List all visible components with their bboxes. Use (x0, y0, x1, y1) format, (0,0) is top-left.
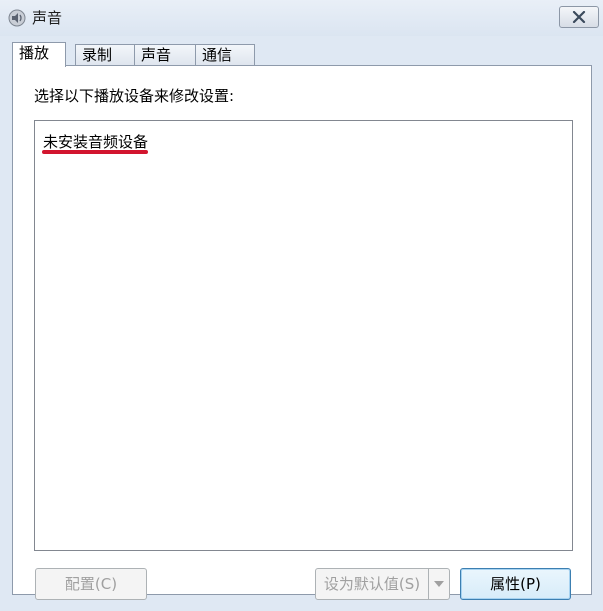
close-button[interactable] (559, 6, 599, 28)
set-default-dropdown-button[interactable] (428, 568, 450, 600)
tab-communications[interactable]: 通信 (195, 44, 255, 65)
configure-button[interactable]: 配置(C) (35, 568, 147, 600)
window-title: 声音 (32, 9, 63, 27)
set-default-button[interactable]: 设为默认值(S) (315, 568, 429, 600)
triangle-down-icon (434, 581, 444, 587)
playback-device-list[interactable]: 未安装音频设备 (34, 120, 573, 551)
speaker-icon (8, 9, 26, 27)
playback-instruction: 选择以下播放设备来修改设置: (34, 87, 235, 105)
no-device-message: 未安装音频设备 (43, 133, 149, 151)
tab-playback[interactable]: 播放 (12, 42, 66, 67)
red-underline-annotation (42, 150, 148, 154)
close-icon (572, 11, 586, 23)
title-bar: 声音 (0, 0, 603, 36)
tab-strip: 播放 录制 声音 通信 (12, 42, 592, 67)
properties-button[interactable]: 属性(P) (460, 568, 571, 600)
tab-panel-playback: 选择以下播放设备来修改设置: 未安装音频设备 配置(C) 设为默认值(S) 属性… (12, 65, 592, 600)
tab-sounds[interactable]: 声音 (134, 44, 196, 65)
tab-recording[interactable]: 录制 (75, 44, 135, 65)
sound-dialog: 声音 播放 录制 声音 通信 选择以下播放设备来修改设置: 未安装音频设备 配置… (0, 0, 603, 611)
